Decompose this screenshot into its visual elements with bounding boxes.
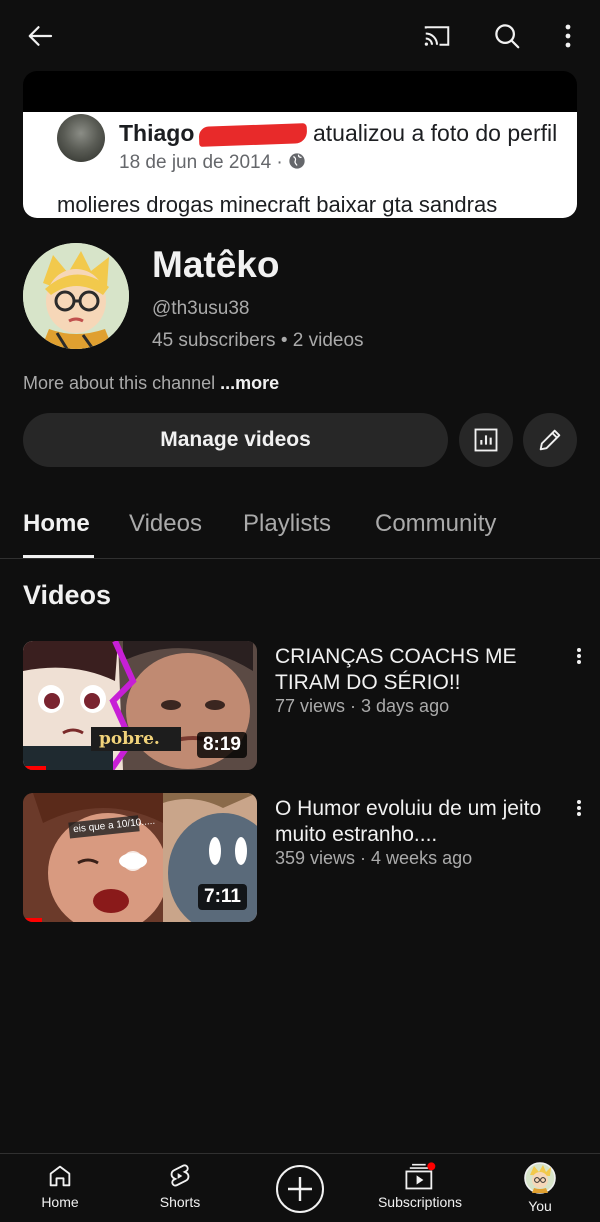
channel-stats: 45 subscribers • 2 videos bbox=[152, 330, 364, 351]
nav-subscriptions[interactable]: Subscriptions bbox=[360, 1162, 480, 1210]
edit-channel-button[interactable] bbox=[523, 413, 577, 467]
manage-videos-button[interactable]: Manage videos bbox=[23, 413, 448, 467]
tab-home[interactable]: Home bbox=[23, 510, 90, 538]
video-more-vert-icon[interactable] bbox=[570, 643, 588, 669]
video-title[interactable]: O Humor evoluiu de um jeito muito estran… bbox=[275, 796, 560, 848]
nav-shorts[interactable]: Shorts bbox=[120, 1162, 240, 1210]
video-item[interactable]: pobre. 8:19 CRIANÇAS COACHS ME TIRAM DO … bbox=[0, 641, 600, 771]
nav-label: Subscriptions bbox=[377, 1194, 463, 1210]
more-vert-icon[interactable] bbox=[550, 18, 586, 54]
watch-progress-bar bbox=[23, 766, 46, 770]
nav-label: Shorts bbox=[159, 1194, 201, 1210]
video-title[interactable]: CRIANÇAS COACHS ME TIRAM DO SÉRIO!! bbox=[275, 644, 560, 696]
channel-handle: @th3usu38 bbox=[152, 298, 250, 319]
channel-name: Matêko bbox=[152, 244, 280, 285]
banner-redaction-scribble bbox=[198, 123, 308, 147]
video-more-vert-icon[interactable] bbox=[570, 795, 588, 821]
channel-tabs: Home Videos Playlists Community bbox=[0, 490, 600, 559]
avatar-icon bbox=[524, 1162, 556, 1194]
video-thumbnail[interactable]: eis que a 10/10..... 7:11 bbox=[23, 793, 257, 922]
video-thumbnail[interactable]: pobre. 8:19 bbox=[23, 641, 257, 770]
video-item[interactable]: eis que a 10/10..... 7:11 O Humor evolui… bbox=[0, 793, 600, 923]
bottom-navigation: Home Shorts Subscriptions You bbox=[0, 1153, 600, 1222]
video-duration: 7:11 bbox=[198, 884, 247, 910]
nav-home[interactable]: Home bbox=[0, 1162, 120, 1210]
edit-pencil-icon bbox=[539, 429, 561, 451]
banner-post-card: Thiago atualizou a foto do perfil 18 de … bbox=[23, 112, 577, 218]
nav-create[interactable] bbox=[240, 1164, 360, 1214]
cast-icon[interactable] bbox=[419, 18, 455, 54]
thumbnail-caption: pobre. bbox=[99, 729, 160, 749]
shorts-icon bbox=[170, 1164, 190, 1187]
tab-community[interactable]: Community bbox=[375, 510, 496, 538]
create-plus-icon bbox=[276, 1165, 324, 1213]
tab-playlists[interactable]: Playlists bbox=[243, 510, 331, 538]
globe-icon bbox=[289, 153, 305, 169]
video-meta: 359 views · 4 weeks ago bbox=[275, 848, 473, 868]
active-tab-indicator bbox=[23, 555, 94, 558]
banner-post-avatar bbox=[57, 114, 105, 162]
top-app-bar bbox=[0, 0, 600, 70]
analytics-button[interactable] bbox=[459, 413, 513, 467]
video-meta: 77 views · 3 days ago bbox=[275, 696, 450, 716]
channel-banner: Thiago atualizou a foto do perfil 18 de … bbox=[23, 71, 577, 218]
banner-post-action: atualizou a foto do perfil bbox=[313, 120, 558, 146]
search-icon[interactable] bbox=[489, 18, 525, 54]
nav-you[interactable]: You bbox=[480, 1162, 600, 1214]
nav-label: You bbox=[528, 1198, 552, 1214]
more-about-label: More about this channel bbox=[23, 373, 216, 393]
channel-avatar[interactable] bbox=[23, 243, 129, 349]
subscriptions-icon bbox=[405, 1162, 436, 1190]
analytics-icon bbox=[474, 428, 498, 452]
banner-post-date: 18 de jun de 2014 · bbox=[119, 152, 306, 174]
video-duration: 8:19 bbox=[196, 732, 247, 758]
watch-progress-bar bbox=[23, 918, 42, 922]
more-about-channel[interactable]: More about this channel ...more bbox=[23, 373, 279, 394]
videos-section-title: Videos bbox=[23, 580, 112, 610]
banner-post-name: Thiago bbox=[119, 120, 195, 146]
banner-post-text: molieres drogas minecraft baixar gta san… bbox=[57, 192, 498, 217]
nav-label: Home bbox=[41, 1194, 79, 1210]
tab-videos[interactable]: Videos bbox=[129, 510, 202, 538]
more-about-link[interactable]: ...more bbox=[220, 373, 279, 393]
back-arrow-icon[interactable] bbox=[23, 18, 59, 54]
home-icon bbox=[49, 1165, 71, 1187]
